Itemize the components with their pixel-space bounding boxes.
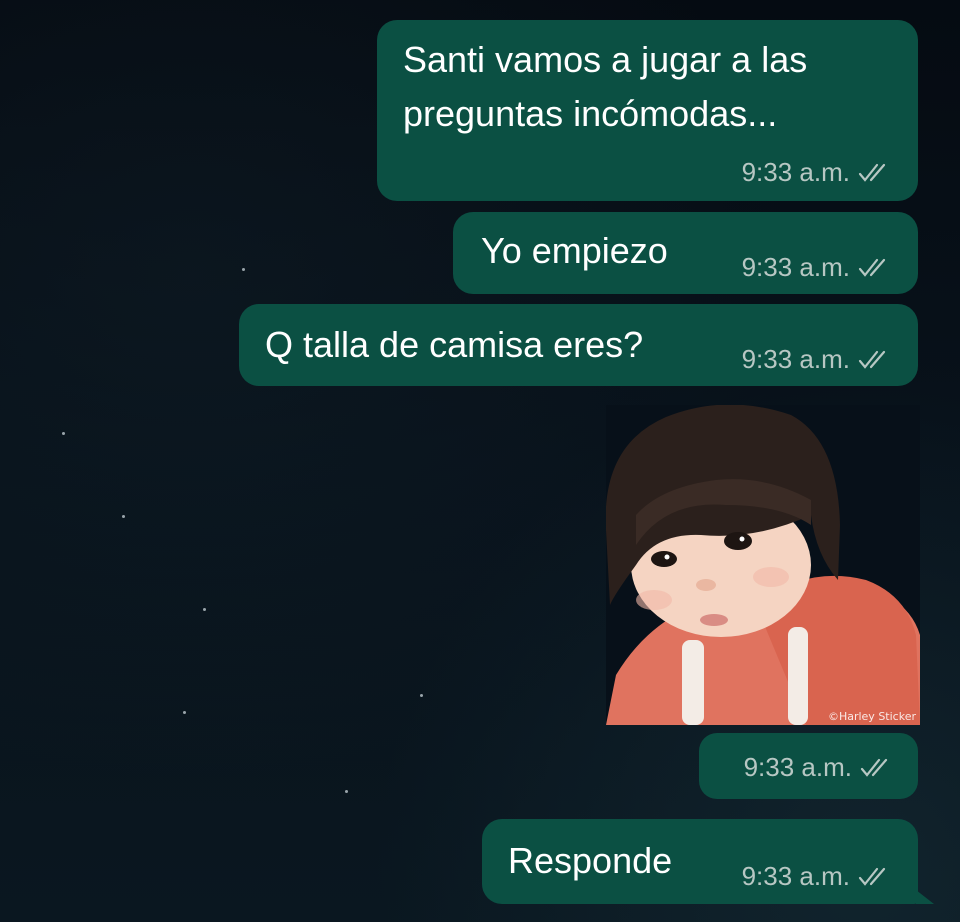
message-time: 9:33 a.m. [741,344,850,374]
message-text: Yo empiezo [481,230,668,271]
eye [724,532,752,550]
double-check-icon [858,163,886,182]
bubble-tail [916,890,934,904]
background-star [62,432,65,435]
message-bubble[interactable]: Santi vamos a jugar a las preguntas incó… [377,20,918,201]
background-star [345,790,348,793]
message-text-line: preguntas incómodas... [403,93,778,134]
background-star [203,608,206,611]
hoodie-string [682,640,704,725]
message-time: 9:33 a.m. [741,157,850,187]
sticker-image[interactable]: ©Harley Sticker [606,405,920,725]
double-check-icon [858,258,886,277]
hoodie-string [788,627,808,725]
message-meta: 9:33 a.m. [742,344,892,375]
background-star [122,515,125,518]
sticker-watermark: ©Harley Sticker [827,710,916,723]
message-text-line: Santi vamos a jugar a las [403,39,808,80]
eye [651,551,677,567]
message-bubble[interactable]: Yo empiezo 9:33 a.m. [453,212,918,294]
message-time: 9:33 a.m. [741,252,850,282]
message-bubble[interactable]: Responde 9:33 a.m. [482,819,918,904]
message-meta: 9:33 a.m. [742,157,892,188]
message-time: 9:33 a.m. [741,861,850,891]
message-text: Q talla de camisa eres? [265,324,644,365]
message-meta: 9:33 a.m. [744,752,894,783]
message-text: Responde [508,840,673,881]
double-check-icon [858,867,886,886]
message-meta: 9:33 a.m. [742,252,892,283]
background-star [242,268,245,271]
mouth [700,614,728,626]
double-check-icon [860,758,888,777]
message-meta: 9:33 a.m. [742,861,892,892]
background-star [420,694,423,697]
sticker-time-bubble: 9:33 a.m. [699,733,918,799]
double-check-icon [858,350,886,369]
message-time: 9:33 a.m. [743,752,852,782]
background-star [183,711,186,714]
message-bubble[interactable]: Q talla de camisa eres? 9:33 a.m. [239,304,918,386]
sticker-illustration [606,405,920,725]
